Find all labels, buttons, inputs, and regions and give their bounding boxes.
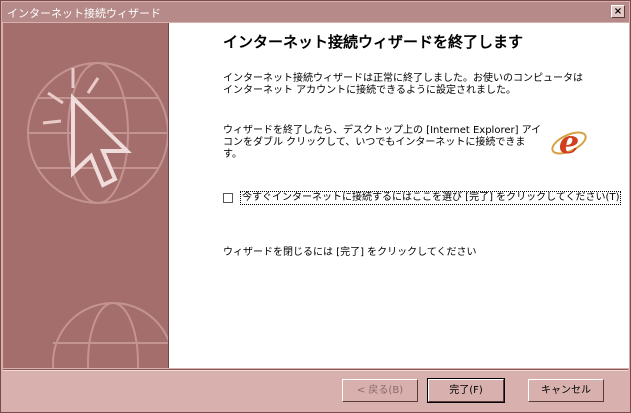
cancel-button[interactable]: キャンセル (528, 379, 604, 402)
svg-text:e: e (559, 123, 579, 161)
connect-now-option[interactable]: 今すぐインターネットに接続するにはここを選び [完了] をクリックしてください(… (223, 191, 622, 205)
close-button[interactable]: × (611, 5, 625, 18)
instructions-text: ウィザードを終了したら、デスクトップ上の [Internet Explorer]… (223, 125, 542, 160)
wizard-window: インターネット接続ウィザード × インターネット接続ウィザードを終了します イン… (0, 0, 631, 413)
back-button[interactable]: < 戻る(B) (342, 379, 418, 402)
page-title: インターネット接続ウィザードを終了します (223, 33, 524, 51)
wizard-content: インターネット接続ウィザードを終了します インターネット接続ウィザードは正常に終… (169, 23, 629, 368)
internet-explorer-icon: e (551, 123, 587, 161)
button-separator (3, 369, 628, 371)
cursor-globe-icon (27, 62, 168, 368)
close-instructions: ウィザードを閉じるには [完了] をクリックしてください (223, 247, 477, 258)
completion-message: インターネット接続ウィザードは正常に終了しました。お使いのコンピュータはインター… (223, 73, 583, 96)
connect-now-label[interactable]: 今すぐインターネットに接続するにはここを選び [完了] をクリックしてください(… (240, 191, 622, 205)
window-title: インターネット接続ウィザード (7, 7, 161, 20)
wizard-banner (3, 23, 169, 368)
title-bar[interactable]: インターネット接続ウィザード × (2, 2, 629, 22)
finish-button[interactable]: 完了(F) (427, 378, 505, 403)
connect-now-checkbox[interactable] (223, 193, 233, 203)
